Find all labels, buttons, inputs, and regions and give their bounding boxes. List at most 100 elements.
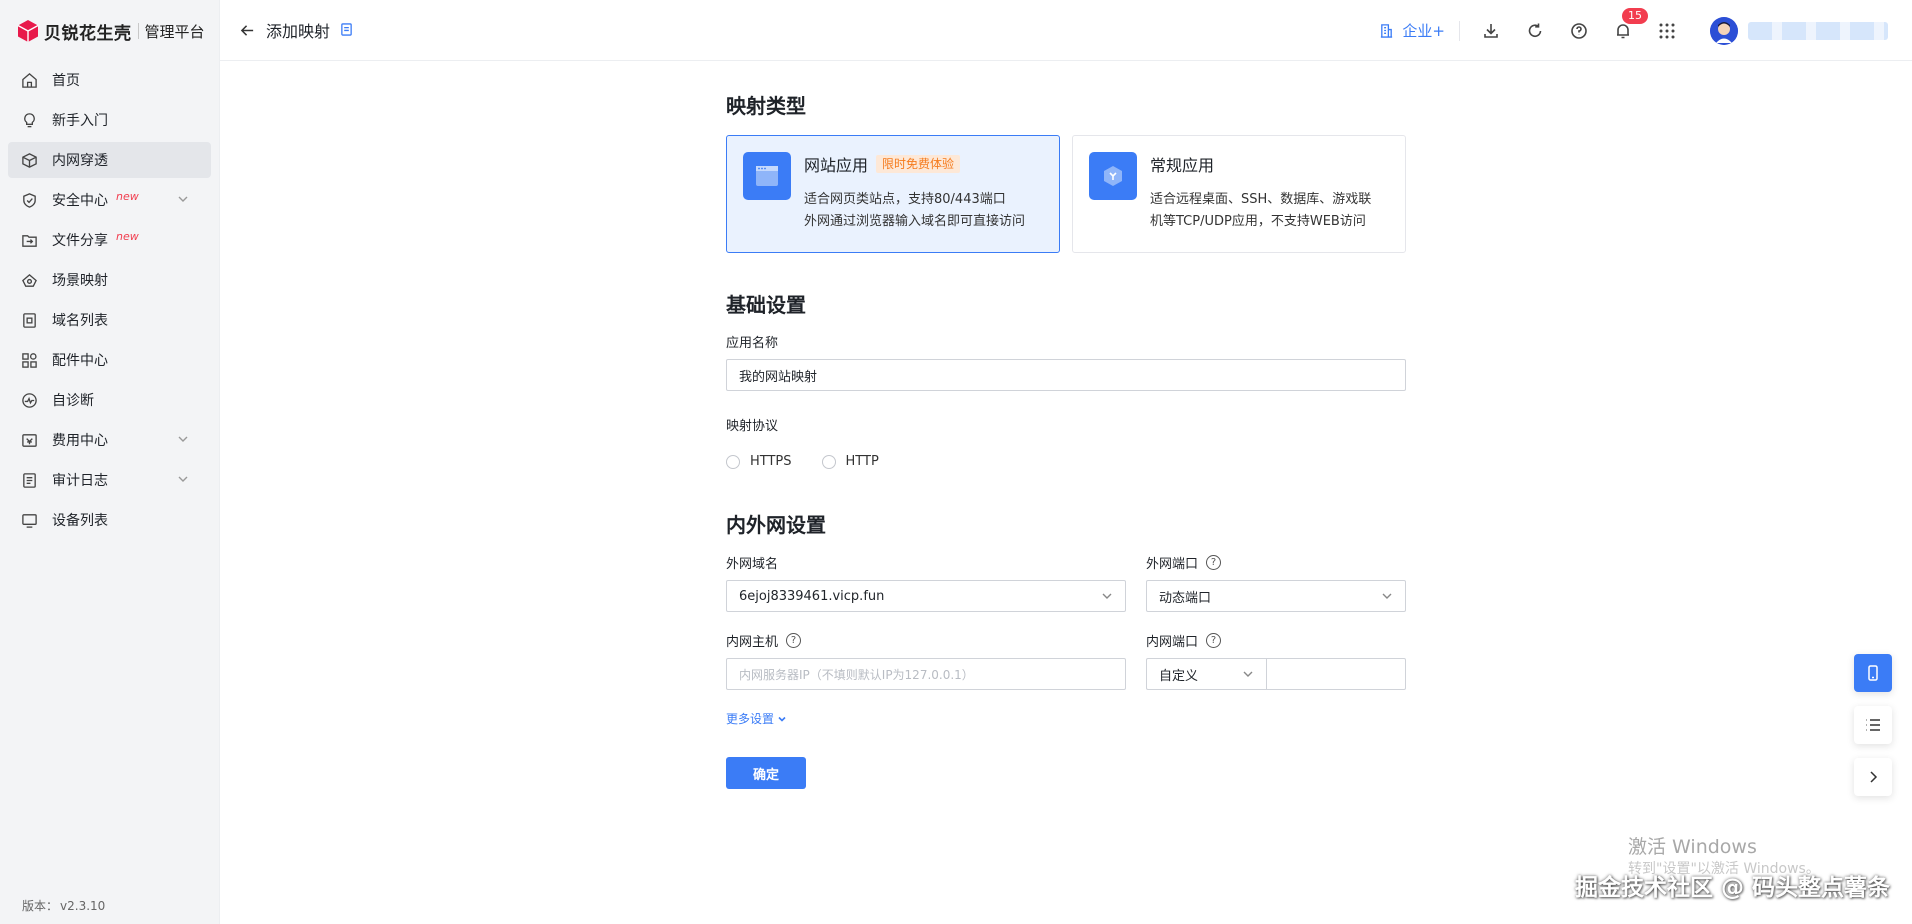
sidebar-item-file-share[interactable]: 文件分享 new: [8, 222, 211, 258]
type-card-general[interactable]: 常规应用 适合远程桌面、SSH、数据库、游戏联 机等TCP/UDP应用，不支持W…: [1072, 135, 1406, 253]
int-host-input[interactable]: 内网服务器IP（不填则默认IP为127.0.0.1）: [726, 658, 1126, 690]
sidebar-item-domain-list[interactable]: 域名列表: [8, 302, 211, 338]
chevron-right-icon: [1870, 771, 1878, 783]
refresh-icon[interactable]: [1524, 20, 1546, 42]
sidebar-item-label: 安全中心: [52, 193, 108, 209]
help-question-icon[interactable]: ?: [1206, 632, 1222, 648]
cube-icon: [20, 151, 38, 169]
section-title-mapping-type: 映射类型: [726, 94, 806, 118]
sidebar-item-label: 审计日志: [52, 473, 108, 489]
int-host-placeholder: 内网服务器IP（不填则默认IP为127.0.0.1）: [739, 667, 974, 682]
apps-grid-icon[interactable]: [1656, 20, 1678, 42]
download-icon[interactable]: [1480, 20, 1502, 42]
sidebar-item-audit-log[interactable]: 审计日志: [8, 462, 211, 498]
sidebar-item-label: 设备列表: [52, 513, 108, 529]
chevron-down-icon[interactable]: [177, 433, 191, 447]
ext-domain-value: 6ejoj8339461.vicp.fun: [739, 588, 885, 604]
ext-domain-select[interactable]: 6ejoj8339461.vicp.fun: [726, 580, 1126, 612]
sidebar-item-label: 内网穿透: [52, 153, 108, 169]
help-icon[interactable]: [1568, 20, 1590, 42]
sidebar-item-security[interactable]: 安全中心 new: [8, 182, 211, 218]
radio-http[interactable]: HTTP: [821, 454, 879, 469]
more-settings-toggle[interactable]: 更多设置: [726, 710, 1406, 727]
radio-label: HTTPS: [750, 454, 792, 469]
type-card-website[interactable]: 网站应用 限时免费体验 适合网页类站点，支持80/443端口 外网通过浏览器输入域…: [726, 135, 1060, 253]
sidebar-item-device-list[interactable]: 设备列表: [8, 502, 211, 538]
chevron-down-icon[interactable]: [177, 473, 191, 487]
lightbulb-icon: [20, 111, 38, 129]
sidebar-item-label: 新手入门: [52, 113, 108, 129]
version-info: 版本： v2.3.10: [20, 897, 105, 914]
domain-icon: [20, 311, 38, 329]
sidebar-item-intranet[interactable]: 内网穿透: [8, 142, 211, 178]
app-name-label: 应用名称: [726, 336, 779, 351]
page-title: 添加映射: [266, 22, 331, 41]
username[interactable]: ████████: [1748, 21, 1888, 40]
ext-port-select[interactable]: 动态端口: [1146, 580, 1406, 612]
enterprise-link[interactable]: 企业+: [1379, 20, 1445, 41]
mapping-type-options: 网站应用 限时免费体验 适合网页类站点，支持80/443端口 外网通过浏览器输入域…: [726, 135, 1406, 253]
int-port-input[interactable]: [1266, 658, 1406, 690]
sidebar-item-label: 场景映射: [52, 273, 108, 289]
radio-https[interactable]: HTTPS: [726, 454, 792, 469]
sidebar-item-accessories[interactable]: 配件中心: [8, 342, 211, 378]
brand-divider: [137, 23, 139, 39]
sidebar-menu: 首页 新手入门 内网穿透 安全中心 new 文件分享 new 场景映射 域名列表: [0, 62, 219, 538]
sidebar: 贝锐花生壳 管理平台 首页 新手入门 内网穿透 安全中心 new 文件分享 ne…: [0, 0, 220, 924]
back-arrow-icon[interactable]: [240, 22, 256, 38]
enterprise-label: 企业+: [1402, 22, 1445, 40]
bell-icon[interactable]: 15: [1612, 7, 1648, 42]
section-title-basic: 基础设置: [726, 293, 806, 317]
avatar[interactable]: [1710, 16, 1738, 45]
chevron-down-icon: [778, 716, 786, 722]
chevron-down-icon: [1102, 593, 1112, 599]
list-icon: [1866, 719, 1880, 731]
more-settings-label: 更多设置: [726, 712, 775, 726]
sidebar-item-billing[interactable]: 费用中心: [8, 422, 211, 458]
type-card-title: 常规应用: [1150, 156, 1215, 175]
list-float-button[interactable]: [1854, 706, 1892, 744]
header-actions: 企业+ 15 ████████: [1379, 0, 1912, 61]
int-port-mode-value: 自定义: [1159, 668, 1199, 684]
version-label: 版本：: [22, 899, 59, 913]
home-icon: [20, 71, 38, 89]
sidebar-item-scene-mapping[interactable]: 场景映射: [8, 262, 211, 298]
sidebar-item-label: 首页: [52, 73, 80, 89]
type-card-description: 适合远程桌面、SSH、数据库、游戏联: [1150, 192, 1372, 207]
version-number: v2.3.10: [60, 899, 106, 913]
expand-float-button[interactable]: [1854, 758, 1892, 796]
sidebar-item-home[interactable]: 首页: [8, 62, 211, 98]
brand[interactable]: 贝锐花生壳 管理平台: [0, 0, 219, 62]
type-card-title: 网站应用: [804, 156, 869, 175]
brand-name: 贝锐花生壳: [44, 23, 132, 44]
protocol-label: 映射协议: [726, 419, 779, 434]
browser-window-icon: [743, 152, 791, 200]
ext-port-label: 外网端口: [1146, 556, 1199, 572]
confirm-button[interactable]: 确定: [726, 757, 806, 789]
int-port-mode-select[interactable]: 自定义: [1146, 658, 1266, 690]
ext-domain-label: 外网域名: [726, 556, 779, 572]
sidebar-item-label: 配件中心: [52, 353, 108, 369]
app-name-input[interactable]: 我的网站映射: [726, 359, 1406, 391]
radio-circle[interactable]: [726, 454, 740, 469]
help-question-icon[interactable]: ?: [786, 632, 802, 648]
brand-subtitle: 管理平台: [144, 22, 205, 41]
notification-badge: 15: [1622, 7, 1648, 24]
sidebar-item-label: 自诊断: [52, 393, 94, 409]
type-card-description: 适合网页类站点，支持80/443端口: [804, 192, 1006, 207]
help-question-icon[interactable]: ?: [1206, 554, 1222, 570]
sidebar-item-label: 域名列表: [52, 313, 108, 329]
diagnose-icon: [20, 391, 38, 409]
mobile-float-button[interactable]: [1854, 654, 1892, 692]
chevron-down-icon[interactable]: [177, 193, 191, 207]
folder-share-icon: [20, 231, 38, 249]
brand-logo-icon: [17, 20, 39, 42]
document-icon[interactable]: [340, 23, 354, 37]
type-card-description: 外网通过浏览器输入域名即可直接访问: [804, 214, 1026, 229]
scene-icon: [20, 271, 38, 289]
sidebar-item-getting-started[interactable]: 新手入门: [8, 102, 211, 138]
sidebar-item-self-diagnosis[interactable]: 自诊断: [8, 382, 211, 418]
radio-circle[interactable]: [821, 454, 836, 469]
monitor-icon: [20, 511, 38, 529]
internal-row: 内网主机? 内网服务器IP（不填则默认IP为127.0.0.1） 内网端口? 自…: [726, 630, 1406, 690]
